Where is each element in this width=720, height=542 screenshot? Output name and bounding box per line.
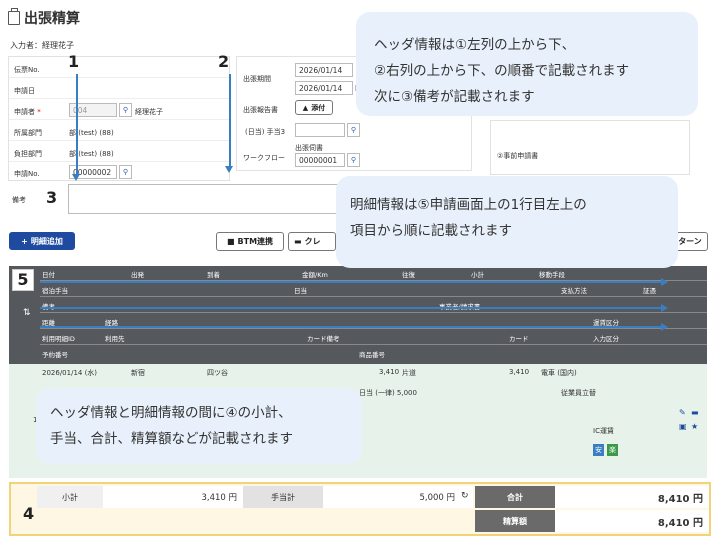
burden-label: 負担部門 bbox=[14, 150, 42, 158]
apply-date-label: 申請日 bbox=[14, 87, 35, 95]
callout-summary: ヘッダ情報と明細情報の間に④の小計、 手当、合計、精算額などが記載されます bbox=[36, 388, 362, 464]
search-icon[interactable]: ⚲ bbox=[347, 123, 360, 137]
badge-5: 5 bbox=[12, 269, 34, 291]
search-icon[interactable]: ⚲ bbox=[119, 103, 132, 117]
delete-icon[interactable]: ▬ bbox=[691, 408, 699, 417]
badge-3: 3 bbox=[46, 188, 58, 207]
plus-icon: + bbox=[21, 236, 28, 246]
remarks-label: 備考 bbox=[12, 196, 26, 204]
summary-panel: 小計 3,410 円 手当計 5,000 円 ↻ 合計 8,410 円 精算額 … bbox=[9, 482, 711, 536]
slip-no-label: 伝票No. bbox=[14, 66, 40, 74]
subtotal-label: 小計 bbox=[37, 486, 103, 508]
total-value: 8,410 円 bbox=[555, 486, 709, 508]
arrow-right-row3 bbox=[40, 323, 668, 331]
attach-button[interactable]: ▲ 添付 bbox=[295, 100, 333, 115]
period-to-input[interactable]: 2026/01/14 bbox=[295, 81, 353, 95]
badge-2: 2 bbox=[218, 52, 230, 71]
badge-1: 1 bbox=[68, 52, 80, 71]
copy-icon[interactable]: ▣ bbox=[679, 422, 687, 431]
period-from-input[interactable]: 2026/01/14 bbox=[295, 63, 353, 77]
callout-header-order: ヘッダ情報は①左列の上から下、 ②右列の上から下、の順番で記載されます 次に③備… bbox=[356, 12, 698, 116]
tag-easy: 楽 bbox=[607, 444, 618, 456]
trip-form-input[interactable]: 00000001 bbox=[295, 153, 345, 167]
header-left-panel: 伝票No. 申請日 申請者 * 004 ⚲ 経理花子 所属部門 部 (test)… bbox=[8, 56, 230, 181]
report-label: 出張報告書 bbox=[243, 106, 278, 114]
period-label: 出張期間 bbox=[243, 75, 271, 83]
entrant-label: 入力者：経理花子 bbox=[10, 41, 74, 50]
arrow-down-2 bbox=[229, 74, 231, 168]
clear-icon: ▬ bbox=[294, 237, 302, 246]
lock-icon: ■ bbox=[226, 237, 235, 246]
remarks-textarea[interactable] bbox=[68, 184, 358, 214]
total-label: 合計 bbox=[475, 486, 555, 508]
applicant-label: 申請者 * bbox=[14, 108, 41, 116]
prior-app-panel: ②事前申請書 bbox=[490, 120, 690, 175]
allowance-total-label: 手当計 bbox=[243, 486, 323, 508]
apply-no-label: 申請No. bbox=[14, 170, 40, 178]
document-icon bbox=[8, 8, 20, 25]
badge-4: 4 bbox=[23, 504, 35, 523]
applicant-name: 経理花子 bbox=[135, 108, 163, 116]
arrow-right-row1 bbox=[40, 278, 668, 286]
btm-button[interactable]: ■ BTM連携 bbox=[216, 232, 284, 251]
dept-label: 所属部門 bbox=[14, 129, 42, 137]
add-detail-button[interactable]: + 明細追加 bbox=[9, 232, 75, 250]
search-icon[interactable]: ⚲ bbox=[347, 153, 360, 167]
edit-icon[interactable]: ✎ bbox=[679, 408, 686, 417]
arrow-right-row2 bbox=[40, 304, 668, 312]
prior-app-label: ②事前申請書 bbox=[497, 152, 539, 160]
clear-button[interactable]: ▬ クレ bbox=[288, 232, 336, 251]
settle-value: 8,410 円 bbox=[555, 510, 709, 532]
allowance-label: (日当) 手当3 bbox=[245, 128, 286, 136]
star-icon[interactable]: ★ bbox=[691, 422, 698, 431]
search-icon[interactable]: ⚲ bbox=[119, 165, 132, 179]
settle-label: 精算額 bbox=[475, 510, 555, 532]
sort-icon[interactable]: ⇅ bbox=[23, 308, 31, 318]
allowance-input[interactable] bbox=[295, 123, 345, 137]
allowance-total-value: 5,000 円 bbox=[323, 486, 473, 508]
page-title: 出張精算 bbox=[8, 8, 80, 28]
page: { "page":{"title":"出張精算","entrant":"入力者：… bbox=[0, 0, 720, 542]
workflow-label: ワークフロー bbox=[243, 154, 285, 162]
tag-cheap: 安 bbox=[593, 444, 604, 456]
subtotal-value: 3,410 円 bbox=[103, 486, 243, 508]
trip-form-label: 出張伺書 bbox=[295, 144, 323, 152]
attach-icon: ▲ bbox=[302, 103, 309, 112]
callout-detail-order: 明細情報は⑤申請画面上の1行目左上の 項目から順に記載されます bbox=[336, 176, 678, 268]
arrow-down-1 bbox=[76, 74, 78, 176]
refresh-icon[interactable]: ↻ bbox=[461, 491, 469, 501]
page-title-text: 出張精算 bbox=[24, 11, 80, 27]
